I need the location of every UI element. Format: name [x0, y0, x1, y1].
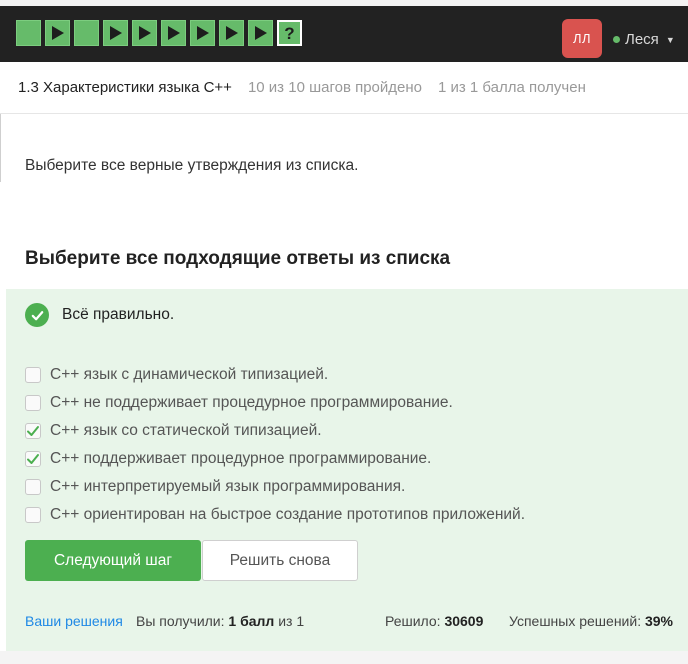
score-received: Вы получили: 1 балл из 1	[136, 613, 305, 629]
checkbox-unchecked[interactable]	[25, 395, 41, 411]
play-icon	[109, 26, 122, 40]
page-bottom-strip	[0, 651, 688, 664]
answer-panel: Всё правильно. C++ язык с динамической т…	[6, 289, 688, 651]
step-7-video[interactable]	[190, 20, 215, 46]
chevron-down-icon: ▼	[665, 34, 675, 45]
solved-count: Решило: 30609	[385, 613, 484, 629]
lesson-title[interactable]: 1.3 Характеристики языка C++	[18, 79, 232, 96]
option-label: C++ поддерживает процедурное программиро…	[50, 450, 432, 467]
step-progress: ?	[16, 20, 302, 46]
options-list: C++ язык с динамической типизацией. C++ …	[25, 361, 525, 529]
option-label: C++ язык с динамической типизацией.	[50, 366, 329, 383]
option-4[interactable]: C++ поддерживает процедурное программиро…	[25, 445, 525, 473]
checkmark-icon	[27, 426, 39, 436]
divider	[0, 114, 1, 182]
retry-button[interactable]: Решить снова	[202, 540, 358, 581]
user-menu[interactable]: Леся ▼	[613, 31, 675, 48]
checkbox-checked[interactable]	[25, 423, 41, 439]
user-name: Леся	[625, 31, 659, 48]
step-9-video[interactable]	[248, 20, 273, 46]
play-icon	[51, 26, 64, 40]
option-label: C++ язык со статической типизацией.	[50, 422, 322, 439]
option-3[interactable]: C++ язык со статической типизацией.	[25, 417, 525, 445]
play-icon	[196, 26, 209, 40]
question-mark-icon: ?	[284, 23, 295, 43]
result-text: Всё правильно.	[62, 306, 175, 323]
lesson-header: 1.3 Характеристики языка C++ 10 из 10 ша…	[0, 62, 688, 114]
success-rate: Успешных решений: 39%	[509, 613, 674, 629]
next-step-button[interactable]: Следующий шаг	[25, 540, 201, 581]
play-icon	[254, 26, 267, 40]
step-2-video[interactable]	[45, 20, 70, 46]
option-6[interactable]: C++ ориентирован на быстрое создание про…	[25, 501, 525, 529]
play-icon	[225, 26, 238, 40]
step-1-theory[interactable]	[16, 20, 41, 46]
top-navigation-bar: ? ЛЛ Леся ▼	[0, 0, 688, 62]
play-icon	[138, 26, 151, 40]
play-icon	[167, 26, 180, 40]
lesson-progress: 10 из 10 шагов пройдено	[247, 79, 422, 96]
quiz-heading: Выберите все подходящие ответы из списка	[25, 248, 451, 269]
checkbox-unchecked[interactable]	[25, 479, 41, 495]
option-label: C++ не поддерживает процедурное программ…	[50, 394, 453, 411]
avatar[interactable]: ЛЛ	[562, 19, 602, 58]
lesson-score: 1 из 1 балла получен	[437, 79, 586, 96]
checkmark-icon	[27, 454, 39, 464]
option-1[interactable]: C++ язык с динамической типизацией.	[25, 361, 525, 389]
your-solutions-link[interactable]: Ваши решения	[25, 613, 123, 629]
step-10-question[interactable]: ?	[277, 20, 302, 46]
option-label: C++ ориентирован на быстрое создание про…	[50, 506, 526, 523]
check-circle-icon	[25, 303, 49, 327]
step-5-video[interactable]	[132, 20, 157, 46]
online-status-icon	[613, 36, 620, 43]
task-prompt: Выберите все верные утверждения из списк…	[25, 157, 359, 174]
option-2[interactable]: C++ не поддерживает процедурное программ…	[25, 389, 525, 417]
option-label: C++ интерпретируемый язык программирован…	[50, 478, 406, 495]
checkbox-checked[interactable]	[25, 451, 41, 467]
step-4-video[interactable]	[103, 20, 128, 46]
step-6-video[interactable]	[161, 20, 186, 46]
checkbox-unchecked[interactable]	[25, 507, 41, 523]
checkbox-unchecked[interactable]	[25, 367, 41, 383]
step-8-video[interactable]	[219, 20, 244, 46]
result-message: Всё правильно.	[25, 303, 174, 327]
option-5[interactable]: C++ интерпретируемый язык программирован…	[25, 473, 525, 501]
step-3-theory[interactable]	[74, 20, 99, 46]
